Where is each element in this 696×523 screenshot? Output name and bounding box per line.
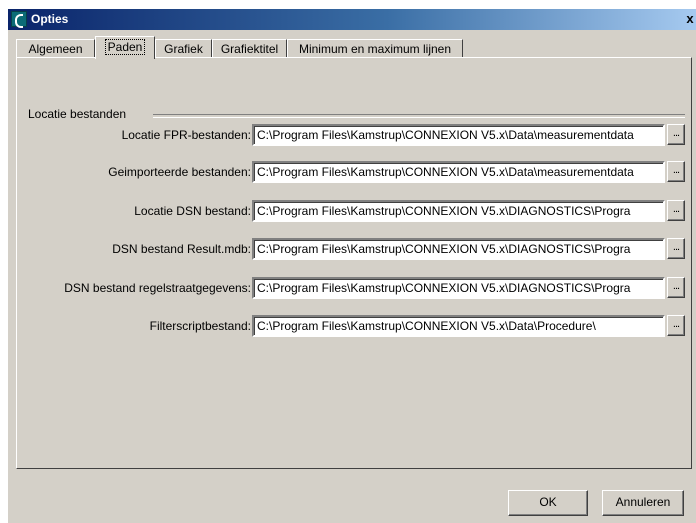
title-bar[interactable]: Opties x — [8, 9, 696, 30]
dsn-regelstraat-path-field[interactable]: C:\Program Files\Kamstrup\CONNEXION V5.x… — [252, 277, 665, 299]
tab-label: Minimum en maximum lijnen — [298, 42, 452, 56]
options-dialog: Opties x Algemeen Paden Grafiek Grafiekt… — [7, 8, 696, 523]
dsn-result-path-field[interactable]: C:\Program Files\Kamstrup\CONNEXION V5.x… — [252, 238, 665, 260]
tab-paden[interactable]: Paden — [95, 36, 155, 59]
tab-label: Algemeen — [28, 42, 83, 56]
tab-label: Paden — [104, 39, 146, 55]
fpr-browse-button[interactable]: ... — [667, 124, 685, 145]
filterscript-path-field[interactable]: C:\Program Files\Kamstrup\CONNEXION V5.x… — [252, 315, 665, 337]
fpr-path-field[interactable]: C:\Program Files\Kamstrup\CONNEXION V5.x… — [252, 124, 665, 146]
tab-panel-paden: Locatie bestanden Locatie FPR-bestanden:… — [16, 57, 692, 469]
filterscript-label: Filterscriptbestand: — [149, 319, 251, 333]
dsn-result-browse-button[interactable]: ... — [667, 238, 685, 259]
window-title: Opties — [31, 12, 69, 26]
dsn-regelstraat-browse-button[interactable]: ... — [667, 277, 685, 298]
imported-label: Geimporteerde bestanden: — [108, 165, 251, 179]
group-label: Locatie bestanden — [28, 107, 127, 121]
imported-browse-button[interactable]: ... — [667, 161, 685, 182]
dsn-path-field[interactable]: C:\Program Files\Kamstrup\CONNEXION V5.x… — [252, 200, 665, 222]
fpr-label: Locatie FPR-bestanden: — [121, 128, 251, 142]
cancel-button[interactable]: Annuleren — [602, 490, 684, 516]
dsn-browse-button[interactable]: ... — [667, 200, 685, 221]
tab-grafiektitel[interactable]: Grafiektitel — [212, 39, 287, 58]
close-icon[interactable]: x — [682, 11, 696, 27]
dsn-label: Locatie DSN bestand: — [134, 204, 251, 218]
tab-grafiek[interactable]: Grafiek — [155, 39, 212, 58]
group-divider — [153, 114, 685, 118]
tab-algemeen[interactable]: Algemeen — [16, 39, 95, 58]
imported-path-field[interactable]: C:\Program Files\Kamstrup\CONNEXION V5.x… — [252, 161, 665, 183]
tab-label: Grafiektitel — [220, 42, 279, 56]
dsn-result-label: DSN bestand Result.mdb: — [112, 242, 251, 256]
app-icon — [11, 11, 27, 28]
filterscript-browse-button[interactable]: ... — [667, 315, 685, 336]
tab-minimum-maximum[interactable]: Minimum en maximum lijnen — [287, 39, 463, 58]
ok-button[interactable]: OK — [508, 490, 588, 516]
dsn-regelstraat-label: DSN bestand regelstraatgegevens: — [64, 281, 251, 295]
tab-label: Grafiek — [164, 42, 203, 56]
